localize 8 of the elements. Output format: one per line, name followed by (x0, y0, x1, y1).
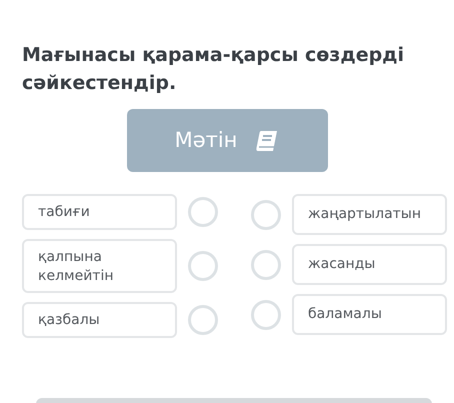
book-icon (255, 130, 280, 152)
question-title: Мағынасы қарама-қарсы сөздерді сәйкестендір. (22, 43, 406, 96)
answer-card[interactable]: қалпына келмейтін (22, 239, 177, 293)
answer-card[interactable]: жасанды (292, 244, 447, 285)
answer-card[interactable]: баламалы (292, 294, 447, 335)
answer-card[interactable]: қазбалы (22, 302, 177, 338)
answer-card[interactable]: жаңартылатын (292, 194, 447, 235)
answer-card[interactable]: табиғи (22, 194, 177, 230)
